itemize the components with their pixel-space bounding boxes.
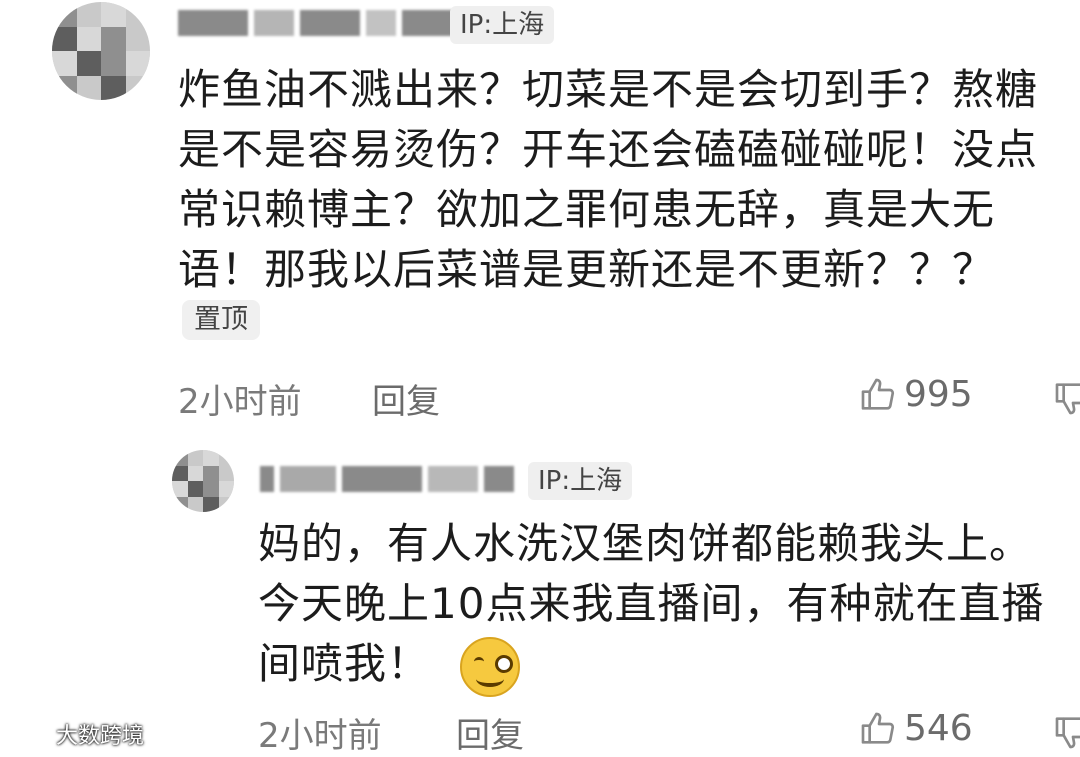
watermark-text: 大数跨境: [56, 724, 145, 749]
comment-time: 2小时前: [178, 382, 302, 422]
reply-avatar[interactable]: [172, 450, 234, 512]
pinned-tag: 置顶: [182, 300, 260, 340]
watermark: 大数跨境: [8, 718, 144, 750]
reply-text-line: 间喷我！: [258, 634, 1078, 697]
reply-like-button[interactable]: 546: [858, 708, 973, 749]
comment-text-line: 炸鱼油不溅出来？切菜是不是会切到手？熬糖: [178, 65, 1039, 114]
like-count: 995: [904, 374, 973, 415]
reply-username[interactable]: [260, 466, 514, 492]
watermark-logo-icon: [8, 724, 46, 744]
reply-time: 2小时前: [258, 716, 382, 756]
comment-text-line: 语！那我以后菜谱是更新还是不更新？？？: [178, 245, 996, 294]
reply-text-line: 妈的，有人水洗汉堡肉饼都能赖我头上。: [258, 519, 1033, 568]
avatar[interactable]: [52, 2, 150, 100]
comment-text-line: 常识赖博主？欲加之罪何患无辞，真是大无: [178, 185, 996, 234]
reply-text: 妈的，有人水洗汉堡肉饼都能赖我头上。 今天晚上10点来我直播间，有种就在直播 间…: [258, 514, 1078, 697]
thumbs-up-icon: [861, 378, 895, 410]
reply-dislike-button[interactable]: [1052, 712, 1080, 756]
ip-location-badge: IP:上海: [450, 6, 555, 44]
dislike-button[interactable]: [1052, 378, 1080, 422]
reply-text-line: 今天晚上10点来我直播间，有种就在直播: [258, 579, 1045, 628]
comment-text: 炸鱼油不溅出来？切菜是不是会切到手？熬糖 是不是容易烫伤？开车还会磕磕碰碰呢！没…: [178, 60, 1078, 300]
like-button[interactable]: 995: [858, 374, 973, 415]
smirk-emoji-icon: [460, 636, 521, 697]
reply-button[interactable]: 回复: [372, 374, 440, 423]
reply-text-line-content: 间喷我！: [258, 639, 431, 688]
reply-ip-location-badge: IP:上海: [528, 462, 633, 500]
comment-text-line: 是不是容易烫伤？开车还会磕磕碰碰呢！没点: [178, 125, 1039, 174]
reply-reply-button[interactable]: 回复: [456, 708, 524, 757]
thumbs-up-icon: [861, 712, 895, 744]
username[interactable]: [178, 10, 492, 36]
thumbs-down-icon: [1055, 717, 1080, 749]
reply-like-count: 546: [904, 708, 973, 749]
thumbs-down-icon: [1055, 383, 1080, 415]
